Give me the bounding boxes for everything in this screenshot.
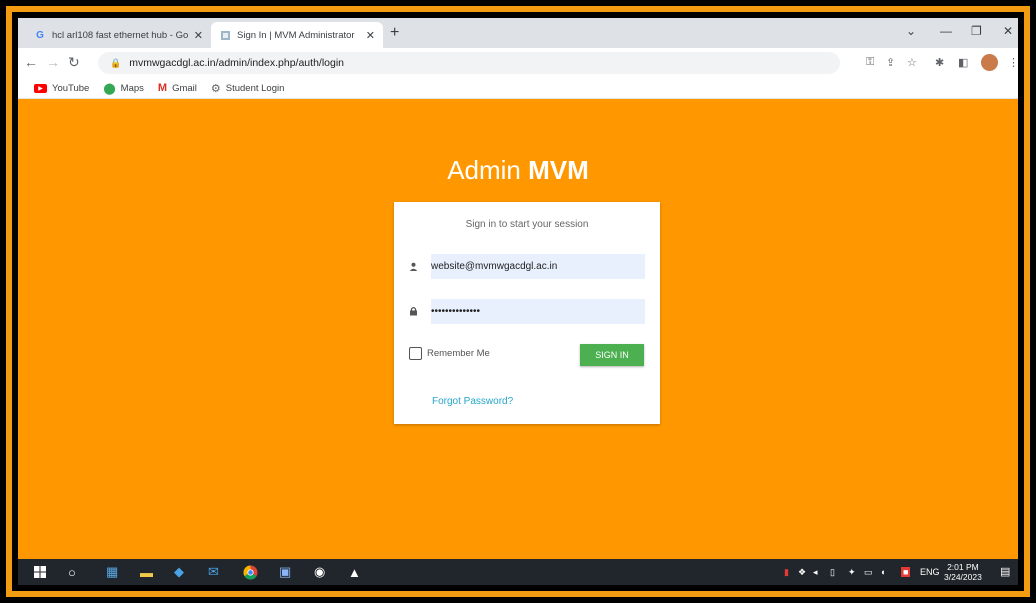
forgot-password-link[interactable]: Forgot Password? [432,396,513,407]
task-view-icon[interactable]: ▦ [106,564,118,580]
sign-in-button[interactable]: SIGN IN [580,344,644,366]
chrome-profile-icon[interactable]: ◉ [314,564,325,580]
forward-arrow-icon[interactable]: → [46,54,60,70]
tab-strip: G hcl arl108 fast ethernet hub - Go ✕ Si… [18,18,1018,48]
close-window-icon[interactable]: ✕ [1003,24,1013,38]
remember-checkbox[interactable] [409,347,422,360]
tab-sign-in[interactable]: Sign In | MVM Administrator ✕ [211,22,383,48]
minimize-icon[interactable]: — [940,24,952,38]
gmail-icon: M [157,82,168,94]
login-card: Sign in to start your session Remember M… [394,202,660,424]
action-center-icon[interactable]: ▤ [1000,565,1010,578]
bookmark-label: Gmail [172,82,197,94]
search-icon[interactable]: ○ [68,564,76,580]
bookmark-student-login[interactable]: ⚙ Student Login [211,82,285,95]
password-input[interactable] [431,299,645,324]
site-favicon-icon [219,29,231,41]
youtube-icon: ▶ [34,83,47,93]
tab-google-search[interactable]: G hcl arl108 fast ethernet hub - Go ✕ [26,22,211,48]
clock-date: 3/24/2023 [944,572,982,582]
antivirus-icon[interactable]: ✦ [848,567,856,578]
restore-icon[interactable]: ❐ [971,24,982,38]
lock-icon [409,306,418,319]
photos-icon[interactable]: ▣ [279,564,291,580]
page-title: Admin MVM [18,155,1018,186]
screen: G hcl arl108 fast ethernet hub - Go ✕ Si… [18,18,1018,585]
side-panel-icon[interactable]: ◧ [958,56,968,69]
kebab-menu-icon[interactable]: ⋮ [1008,56,1018,69]
bookmark-youtube[interactable]: ▶ YouTube [34,83,89,94]
bookmark-label: Student Login [225,82,285,94]
mail-icon[interactable]: ✉ [208,564,219,580]
url-text: mvmwgacdgl.ac.in/admin/index.php/auth/lo… [129,57,345,69]
reload-icon[interactable]: ↻ [68,54,80,71]
signal-icon[interactable]: ▮ [784,567,789,578]
email-field[interactable] [431,254,645,279]
network-icon[interactable]: ▭ [864,567,873,578]
address-bar[interactable]: 🔒 mvmwgacdgl.ac.in/admin/index.php/auth/… [98,52,840,74]
password-field[interactable] [431,299,645,324]
bookmark-label: YouTube [52,82,90,94]
new-tab-button[interactable]: + [390,24,399,42]
file-explorer-icon[interactable]: ▬ [140,564,153,580]
app-tray-icon[interactable]: ❖ [798,567,806,578]
user-icon [409,262,418,274]
usb-icon[interactable]: ▯ [830,567,835,578]
back-arrow-icon[interactable]: ← [24,54,38,70]
gear-icon: ⚙ [210,82,221,95]
close-icon[interactable]: ✕ [194,29,203,42]
extensions-icon[interactable]: ✱ [935,56,944,69]
login-page: Admin MVM Sign in to start your session … [18,99,1018,559]
bookmark-gmail[interactable]: M Gmail [158,82,197,94]
bookmark-maps[interactable]: ⬤ Maps [103,82,144,95]
remember-label: Remember Me [427,348,490,359]
brand-bold: MVM [528,155,589,185]
system-clock[interactable]: 2:01 PM 3/24/2023 [944,562,982,582]
maps-pin-icon: ⬤ [103,82,116,95]
share-icon[interactable]: ⇪ [886,56,895,69]
bookmark-label: Maps [120,82,144,94]
notification-badge-icon[interactable]: ■ [901,567,911,577]
store-icon[interactable]: ◆ [174,564,184,580]
chevron-left-icon[interactable]: ◂ [813,567,818,578]
windows-start-icon[interactable] [34,564,46,580]
language-indicator[interactable]: ENG [920,567,940,577]
volume-icon[interactable]: ◖ [880,567,885,577]
close-icon[interactable]: ✕ [366,29,375,42]
tab-title: Sign In | MVM Administrator [237,29,355,41]
tab-title: hcl arl108 fast ethernet hub - Go [52,29,188,41]
chevron-down-icon[interactable]: ⌄ [906,24,916,38]
profile-avatar[interactable] [981,54,998,71]
lock-icon: 🔒 [110,57,122,68]
taskbar: ○ ▦ ▬ ◆ ✉ ▣ ◉ ▲ ▮ ❖ ◂ ▯ ✦ ▭ ◖ ■ ENG 2:01… [18,559,1018,585]
star-icon[interactable]: ☆ [907,56,917,69]
chrome-icon[interactable] [243,564,258,580]
navigation-bar: ← → ↻ 🔒 mvmwgacdgl.ac.in/admin/index.php… [18,48,1018,78]
key-icon[interactable]: ⚿ [866,56,874,69]
login-message: Sign in to start your session [465,219,589,230]
google-icon: G [36,29,44,41]
picture-icon[interactable]: ▲ [348,564,361,580]
remember-me[interactable]: Remember Me [409,347,490,360]
bookmarks-bar: ▶ YouTube ⬤ Maps M Gmail ⚙ Student Login [18,78,1018,99]
brand-light: Admin [447,155,521,185]
email-input[interactable] [431,254,645,279]
clock-time: 2:01 PM [947,562,979,572]
